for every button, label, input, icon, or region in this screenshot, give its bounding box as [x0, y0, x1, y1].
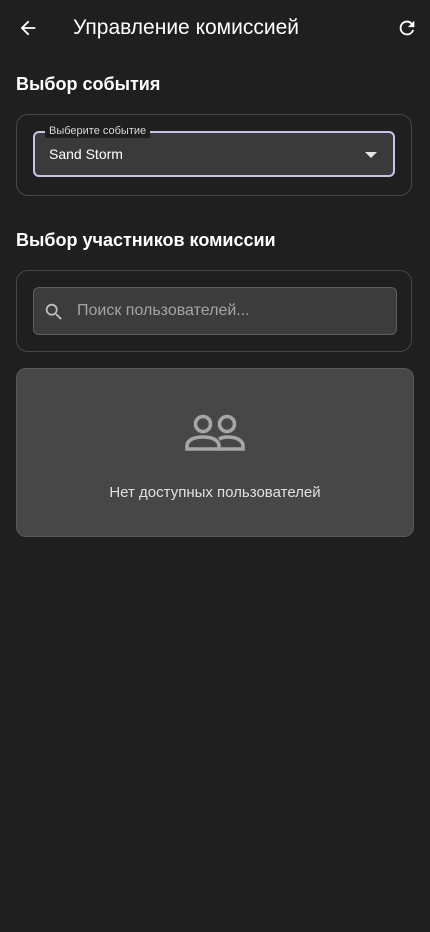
people-icon [185, 414, 245, 451]
refresh-button[interactable] [394, 15, 420, 41]
search-input[interactable] [77, 288, 387, 334]
arrow-left-icon [20, 20, 36, 36]
user-search-field[interactable] [33, 287, 397, 335]
search-icon [45, 303, 62, 320]
search-card [16, 270, 412, 352]
event-section-title: Выбор события [16, 74, 161, 94]
page-title: Управление комиссией [73, 16, 299, 39]
dropdown-arrow-icon [365, 152, 377, 158]
empty-state-card: Нет доступных пользователей [16, 368, 414, 537]
empty-state-message: Нет доступных пользователей [109, 484, 321, 501]
event-select-value: Sand Storm [49, 146, 123, 162]
back-button[interactable] [14, 14, 42, 42]
event-select-label: Выберите событие [45, 124, 151, 138]
event-select[interactable]: Выберите событие Sand Storm [33, 124, 395, 177]
refresh-icon [399, 20, 415, 36]
app-bar: Управление комиссией [0, 0, 430, 56]
event-select-card: Выберите событие Sand Storm [16, 114, 412, 196]
members-section-title: Выбор участников комиссии [16, 230, 276, 250]
